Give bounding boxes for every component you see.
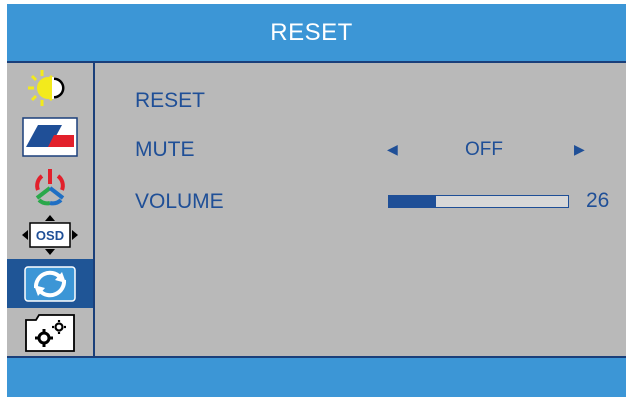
color-icon: [35, 168, 65, 205]
sidebar: OSD: [7, 63, 93, 356]
mute-right-arrow-icon[interactable]: ▶: [574, 141, 585, 158]
volume-slider[interactable]: [388, 195, 569, 208]
sidebar-item-image[interactable]: [7, 112, 93, 161]
sidebar-item-reset[interactable]: [7, 259, 93, 308]
brightness-icon: [28, 69, 65, 106]
sidebar-item-brightness[interactable]: [7, 63, 93, 112]
volume-label[interactable]: VOLUME: [135, 190, 224, 214]
reset-icon: [24, 265, 76, 302]
mute-label[interactable]: MUTE: [135, 138, 195, 162]
sidebar-item-settings[interactable]: [7, 308, 93, 357]
header-divider: [7, 61, 626, 63]
image-icon: [22, 116, 78, 157]
osd-icon-text: OSD: [36, 228, 64, 243]
page-title: RESET: [270, 18, 353, 46]
mute-value: OFF: [465, 139, 503, 160]
footer-bar: [7, 358, 626, 397]
sidebar-divider: [93, 63, 95, 356]
mute-left-arrow-icon[interactable]: ◀: [387, 141, 398, 158]
header-bar: RESET: [7, 4, 626, 61]
osd-icon: OSD: [22, 214, 78, 255]
sidebar-item-osd[interactable]: OSD: [7, 210, 93, 259]
reset-item[interactable]: RESET: [135, 89, 205, 113]
osd-menu: RESET OSD RESET MUTE ◀ OFF ▶ VOLUME 26: [7, 4, 626, 397]
volume-slider-fill: [389, 196, 436, 207]
settings-icon: [25, 313, 75, 352]
sidebar-item-color[interactable]: [7, 161, 93, 210]
volume-value: 26: [586, 189, 610, 212]
